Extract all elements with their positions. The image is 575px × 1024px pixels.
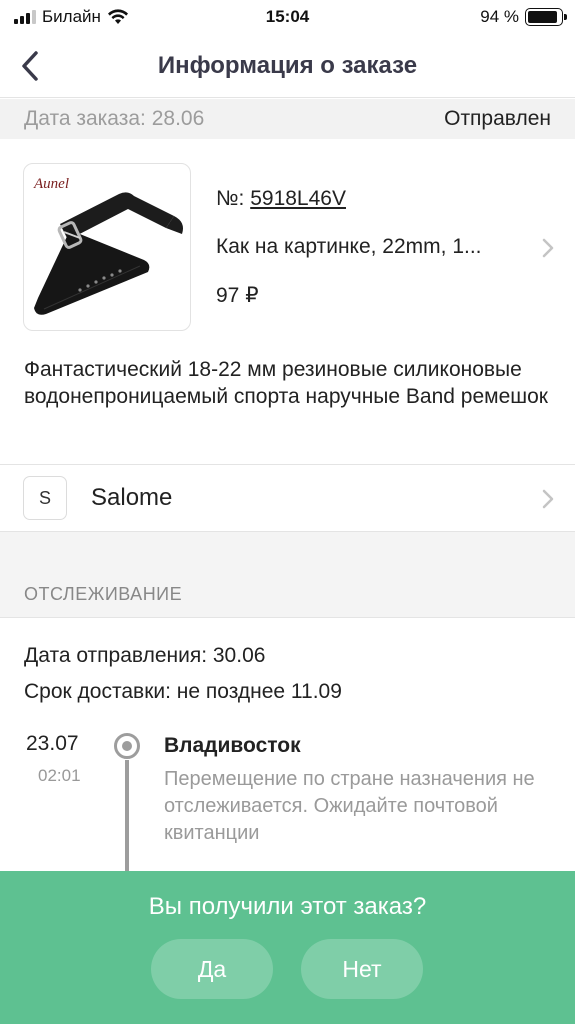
order-date: Дата заказа: 28.06 [24,107,205,130]
timeline-line [125,760,129,880]
chevron-right-icon [542,238,554,258]
order-date-strip: Дата заказа: 28.06 Отправлен [0,99,575,139]
section-title: ОТСЛЕЖИВАНИЕ [24,584,183,604]
order-status: Отправлен [444,107,551,130]
order-number-label: №: [216,187,245,210]
status-bar: Билайн 15:04 94 % [0,0,575,34]
event-note: Перемещение по стране назначения не отсл… [164,768,535,844]
navigation-bar: Информация о заказе [0,34,575,98]
timeline-dot-icon [114,733,140,759]
chevron-right-icon [542,489,554,509]
page-title: Информация о заказе [157,51,418,79]
seller-avatar: S [23,476,67,520]
order-number-row: №: 5918L46V [216,187,551,211]
seller-name: Salome [91,484,173,511]
watch-strap-image: Aunel [33,176,183,315]
delivery-term: Срок доставки: не позднее 11.09 [24,680,342,703]
ship-date: Дата отправления: 30.06 [24,644,266,667]
received-prompt-panel: Вы получили этот заказ? Да Нет [0,871,575,1024]
battery-icon [525,8,567,26]
signal-icon [14,10,36,24]
wifi-icon [107,9,128,24]
event-date: 23.07 [26,732,79,755]
event-time: 02:01 [38,766,81,785]
order-number-link[interactable]: 5918L46V [250,187,346,210]
brand-logo: Aunel [33,176,69,192]
prompt-question: Вы получили этот заказ? [148,893,427,920]
product-card[interactable]: Aunel №: 5918L46V Как на картинке, 22mm,… [0,163,575,333]
carrier-name: Билайн [42,7,101,26]
chevron-left-icon [22,51,38,81]
product-image[interactable]: Aunel [23,163,191,331]
product-price: 97 ₽ [216,284,259,307]
back-button[interactable] [10,46,50,86]
product-description: Фантастический 18-22 мм резиновые силико… [24,358,548,408]
seller-row[interactable]: S Salome [0,464,575,532]
tracking-section-header: ОТСЛЕЖИВАНИЕ [0,532,575,618]
no-button[interactable]: Нет [301,939,423,999]
battery-percent: 94 % [480,7,519,26]
yes-button[interactable]: Да [151,939,273,999]
event-city: Владивосток [164,734,301,757]
product-variant: Как на картинке, 22mm, 1... [216,235,482,258]
